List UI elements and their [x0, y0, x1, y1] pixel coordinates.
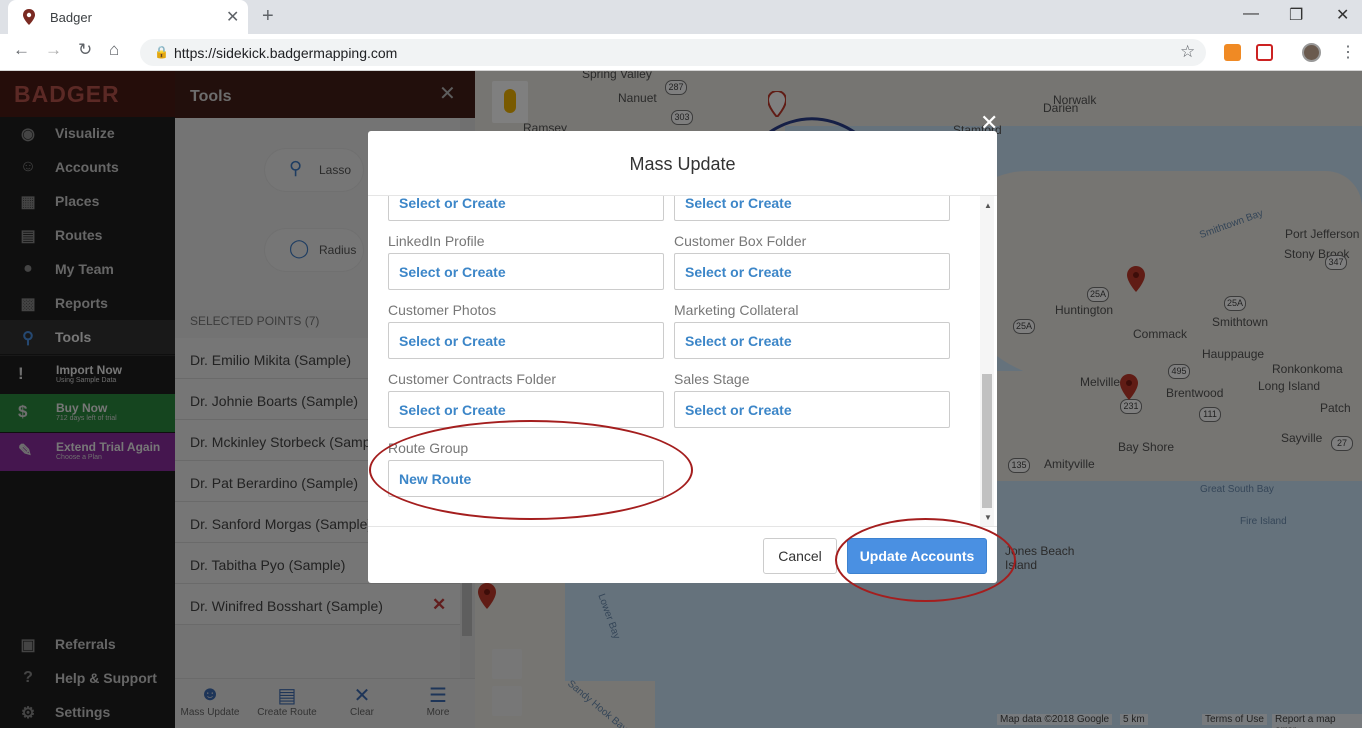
badger-favicon-icon — [23, 9, 35, 25]
extension-pocket-icon[interactable] — [1256, 44, 1273, 61]
tab-close-icon[interactable]: ✕ — [226, 7, 239, 27]
browser-tab-bar: Badger ✕ + — ❐ ✕ — [0, 0, 1362, 34]
url-text[interactable]: https://sidekick.badgermapping.com — [174, 45, 397, 61]
select-or-create-field[interactable]: Select or Create — [674, 196, 950, 221]
browser-menu-icon[interactable]: ⋮ — [1340, 42, 1356, 62]
omnibox[interactable]: 🔒 https://sidekick.badgermapping.com ☆ — [140, 39, 1206, 66]
lock-icon: 🔒 — [154, 45, 169, 59]
sales-stage-field[interactable]: Select or Create — [674, 391, 950, 428]
customer-box-folder-label: Customer Box Folder — [674, 233, 807, 249]
customer-box-folder-field[interactable]: Select or Create — [674, 253, 950, 290]
annotation-ring-route-group — [369, 420, 693, 520]
browser-tab[interactable]: Badger ✕ — [8, 0, 248, 34]
cancel-button[interactable]: Cancel — [763, 538, 837, 574]
customer-photos-label: Customer Photos — [388, 302, 497, 318]
marketing-collateral-field[interactable]: Select or Create — [674, 322, 950, 359]
linkedin-profile-label: LinkedIn Profile — [388, 233, 485, 249]
address-bar-row: ← → ↻ ⌂ 🔒 https://sidekick.badgermapping… — [0, 34, 1362, 71]
back-icon[interactable]: ← — [13, 40, 30, 60]
select-or-create-field[interactable]: Select or Create — [388, 196, 664, 221]
modal-scrollbar-thumb[interactable] — [982, 374, 992, 508]
forward-icon[interactable]: → — [45, 40, 62, 60]
tab-title: Badger — [50, 10, 92, 25]
close-window-button[interactable]: ✕ — [1336, 5, 1349, 25]
minimize-button[interactable]: — — [1243, 5, 1259, 23]
annotation-ring-update-button — [835, 518, 1016, 602]
scroll-down-icon[interactable]: ▼ — [984, 513, 992, 522]
marketing-collateral-label: Marketing Collateral — [674, 302, 799, 318]
home-icon[interactable]: ⌂ — [109, 40, 119, 60]
linkedin-profile-field[interactable]: Select or Create — [388, 253, 664, 290]
modal-header: Mass Update — [368, 131, 997, 196]
restore-button[interactable]: ❐ — [1289, 5, 1303, 25]
reload-icon[interactable]: ↻ — [78, 40, 92, 60]
scroll-up-icon[interactable]: ▲ — [984, 201, 992, 210]
modal-title: Mass Update — [629, 154, 736, 174]
sales-stage-label: Sales Stage — [674, 371, 750, 387]
profile-avatar[interactable] — [1302, 43, 1321, 62]
customer-contracts-folder-label: Customer Contracts Folder — [388, 371, 557, 387]
customer-photos-field[interactable]: Select or Create — [388, 322, 664, 359]
extension-orange-icon[interactable] — [1224, 44, 1241, 61]
new-tab-button[interactable]: + — [262, 5, 274, 28]
bookmark-star-icon[interactable]: ☆ — [1180, 42, 1195, 62]
